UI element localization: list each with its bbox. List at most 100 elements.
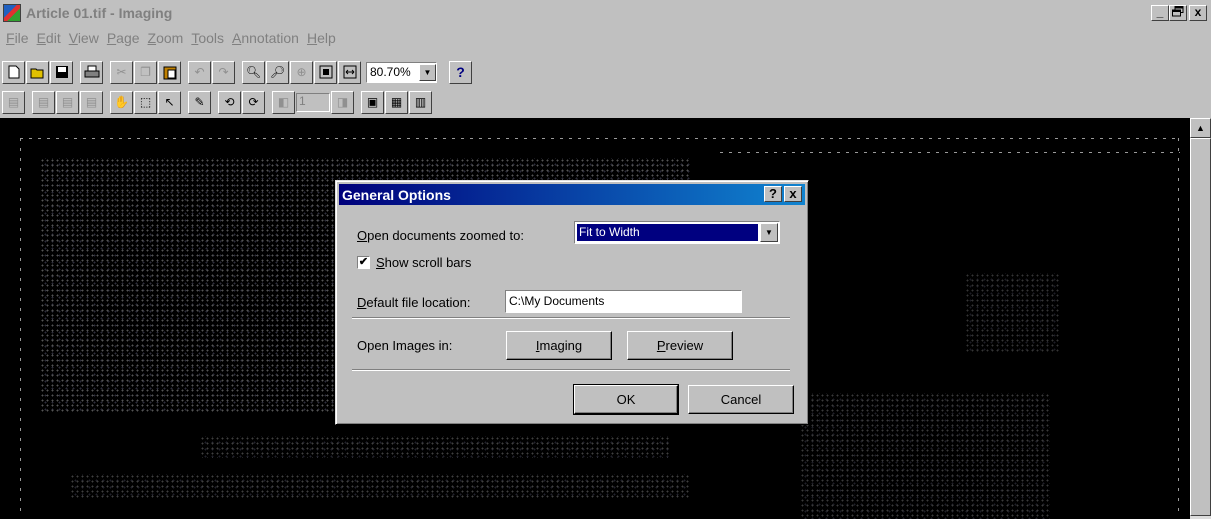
one-page-view-button[interactable]: ▣ bbox=[361, 90, 384, 114]
show-scroll-bars-checkbox[interactable]: ✔ bbox=[357, 256, 370, 269]
undo-button[interactable]: ↶ bbox=[188, 60, 211, 84]
open-images-in-label: Open Images in: bbox=[357, 338, 453, 353]
close-button[interactable]: x bbox=[1189, 5, 1207, 21]
zoom-option-value: Fit to Width bbox=[577, 224, 758, 241]
printer-icon bbox=[84, 65, 99, 78]
copy-icon: ❐ bbox=[140, 65, 151, 79]
image-border-top bbox=[20, 138, 1180, 139]
previous-page-icon: ◧ bbox=[277, 95, 290, 109]
zoom-combo[interactable]: 80.70% ▼ bbox=[366, 61, 437, 83]
save-disk-icon bbox=[55, 66, 68, 78]
zoom-out-icon: 🔎︎ bbox=[269, 65, 286, 79]
dialog-help-button[interactable]: ? bbox=[764, 186, 782, 202]
help-question-icon: ? bbox=[456, 64, 465, 80]
best-fit-icon bbox=[319, 65, 332, 79]
menu-view[interactable]: View bbox=[69, 30, 99, 46]
append-scan-icon: ▤ bbox=[85, 95, 98, 109]
image-arabic-line-1 bbox=[200, 436, 670, 458]
chevron-down-icon[interactable]: ▼ bbox=[419, 63, 436, 81]
hand-icon: ✋ bbox=[114, 95, 129, 109]
fit-width-icon bbox=[343, 65, 356, 79]
fit-width-button[interactable] bbox=[338, 60, 361, 84]
annotation-toolbar-button[interactable]: ✎ bbox=[188, 90, 211, 114]
dialog-close-button[interactable]: x bbox=[784, 186, 802, 202]
menu-page[interactable]: Page bbox=[107, 30, 140, 46]
scan-new-button[interactable]: ▤ bbox=[32, 90, 55, 114]
menu-tools[interactable]: Tools bbox=[191, 30, 224, 46]
select-rect-icon: ⬚ bbox=[139, 95, 152, 109]
zoom-option-select[interactable]: Fit to Width ▼ bbox=[574, 221, 780, 244]
minimize-button[interactable]: _ bbox=[1151, 5, 1169, 21]
insert-scan-icon: ▤ bbox=[61, 95, 74, 109]
cut-button[interactable]: ✂ bbox=[110, 60, 133, 84]
next-page-icon: ◨ bbox=[336, 95, 349, 109]
save-button[interactable] bbox=[50, 60, 73, 84]
previous-page-button[interactable]: ◧ bbox=[272, 90, 295, 114]
imaging-app-icon[interactable] bbox=[3, 4, 21, 22]
zoom-rect-button[interactable]: ⊕ bbox=[290, 60, 313, 84]
default-file-location-label: Default file location: bbox=[357, 295, 471, 310]
menu-annotation[interactable]: Annotation bbox=[232, 30, 299, 46]
chevron-down-icon[interactable]: ▼ bbox=[760, 223, 778, 242]
one-page-view-icon: ▣ bbox=[366, 95, 379, 109]
select-tool-button[interactable]: ⬚ bbox=[134, 90, 157, 114]
dialog-title: General Options bbox=[342, 186, 451, 203]
redo-icon: ↷ bbox=[218, 65, 229, 79]
zoom-out-button[interactable]: 🔎︎ bbox=[266, 60, 289, 84]
general-options-dialog: General Options ? x Open documents zoome… bbox=[335, 180, 809, 425]
pointer-tool-button[interactable]: ↖ bbox=[158, 90, 181, 114]
page-thumbnail-icon: ▥ bbox=[414, 95, 427, 109]
window-controls: _ x bbox=[1151, 5, 1207, 21]
rotate-left-button[interactable]: ⟲ bbox=[218, 90, 241, 114]
rotate-right-button[interactable]: ⟳ bbox=[242, 90, 265, 114]
menu-file[interactable]: File bbox=[6, 30, 29, 46]
help-button[interactable]: ? bbox=[449, 60, 472, 84]
clipboard-icon bbox=[163, 66, 176, 79]
vertical-scrollbar[interactable]: ▲ bbox=[1190, 118, 1211, 519]
scroll-thumb[interactable] bbox=[1190, 138, 1211, 516]
page-thumbnail-view-button[interactable]: ▥ bbox=[409, 90, 432, 114]
paste-button[interactable] bbox=[158, 60, 181, 84]
divider bbox=[352, 317, 790, 319]
copy-button[interactable]: ❐ bbox=[134, 60, 157, 84]
menu-bar: File Edit View Page Zoom Tools Annotatio… bbox=[0, 28, 1211, 48]
open-button[interactable] bbox=[26, 60, 49, 84]
scan-button[interactable]: ▤ bbox=[2, 90, 25, 114]
restore-icon bbox=[1172, 6, 1184, 17]
menu-zoom[interactable]: Zoom bbox=[148, 30, 184, 46]
imaging-button[interactable]: Imaging bbox=[506, 331, 612, 360]
rotate-right-icon: ⟳ bbox=[248, 95, 259, 109]
zoom-rect-icon: ⊕ bbox=[296, 65, 307, 79]
image-border-top-2 bbox=[720, 152, 1180, 153]
title-bar: Article 01.tif - Imaging _ x bbox=[0, 0, 1211, 26]
open-folder-icon bbox=[30, 68, 43, 78]
default-file-location-input[interactable]: C:\My Documents bbox=[505, 290, 742, 313]
menu-edit[interactable]: Edit bbox=[37, 30, 61, 46]
page-number-input[interactable]: 1 bbox=[296, 92, 330, 112]
image-arabic-line-2 bbox=[70, 474, 690, 498]
append-scan-button[interactable]: ▤ bbox=[80, 90, 103, 114]
ok-button[interactable]: OK bbox=[573, 384, 679, 415]
annotation-pen-icon: ✎ bbox=[194, 95, 205, 109]
next-page-button[interactable]: ◨ bbox=[331, 90, 354, 114]
print-button[interactable] bbox=[80, 60, 103, 84]
image-figure-bottom bbox=[800, 393, 1050, 519]
imaging-toolbar: ▤ ▤ ▤ ▤ ✋ ⬚ ↖ ✎ ⟲ ⟳ ◧ 1 ◨ ▣ ▦ ▥ bbox=[2, 88, 433, 116]
rotate-left-icon: ⟲ bbox=[224, 95, 235, 109]
cancel-button[interactable]: Cancel bbox=[688, 385, 794, 414]
preview-button[interactable]: Preview bbox=[627, 331, 733, 360]
dialog-title-bar: General Options ? x bbox=[339, 184, 805, 205]
new-button[interactable] bbox=[2, 60, 25, 84]
show-scroll-bars-label[interactable]: Show scroll bars bbox=[376, 255, 471, 270]
best-fit-button[interactable] bbox=[314, 60, 337, 84]
redo-button[interactable]: ↷ bbox=[212, 60, 235, 84]
restore-button[interactable] bbox=[1169, 5, 1187, 21]
thumbnail-view-button[interactable]: ▦ bbox=[385, 90, 408, 114]
zoom-in-button[interactable]: 🔍︎ bbox=[242, 60, 265, 84]
image-border-right bbox=[1178, 138, 1179, 518]
insert-scan-button[interactable]: ▤ bbox=[56, 90, 79, 114]
menu-help[interactable]: Help bbox=[307, 30, 336, 46]
standard-toolbar: ✂ ❐ ↶ ↷ 🔍︎ 🔎︎ ⊕ 80.70% ▼ ? bbox=[2, 58, 473, 86]
scroll-up-arrow-icon[interactable]: ▲ bbox=[1190, 118, 1211, 138]
drag-tool-button[interactable]: ✋ bbox=[110, 90, 133, 114]
